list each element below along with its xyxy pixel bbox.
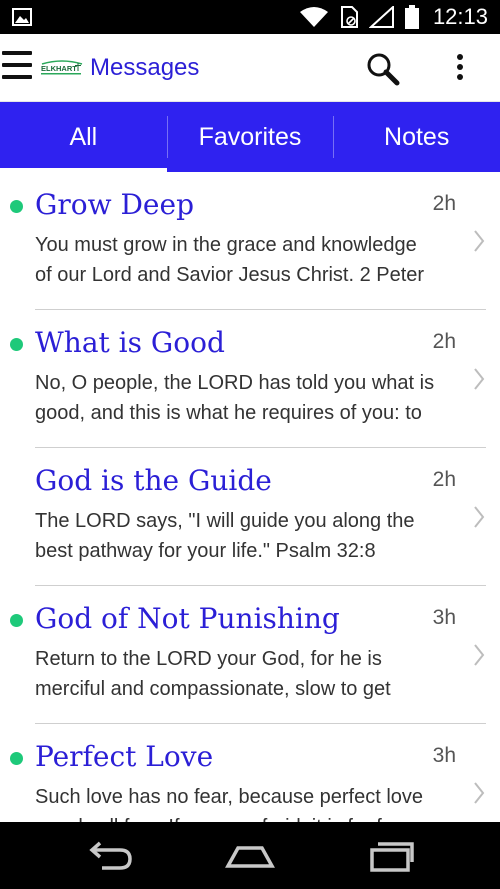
tab-favorites[interactable]: Favorites bbox=[166, 102, 334, 172]
message-title: Perfect Love bbox=[35, 740, 214, 773]
tab-bar: All Favorites Notes bbox=[0, 102, 500, 172]
app-bar: ELKHART Messages bbox=[0, 34, 500, 102]
message-preview: You must grow in the grace and knowledge… bbox=[35, 234, 425, 286]
search-icon[interactable] bbox=[366, 52, 400, 86]
list-item[interactable]: Perfect Love 3h Such love has no fear, b… bbox=[0, 724, 500, 822]
app-logo: ELKHART bbox=[41, 60, 83, 75]
chevron-right-icon bbox=[474, 368, 485, 390]
page-title: Messages bbox=[90, 54, 200, 81]
message-time: 2h bbox=[432, 330, 456, 353]
status-time: 12:13 bbox=[432, 4, 488, 29]
message-preview: No, O people, the LORD has told you what… bbox=[35, 372, 435, 424]
tab-notes[interactable]: Notes bbox=[333, 102, 500, 172]
menu-icon[interactable] bbox=[2, 51, 32, 85]
signal-icon bbox=[368, 6, 394, 28]
chevron-right-icon bbox=[474, 644, 485, 666]
chevron-right-icon bbox=[474, 782, 485, 804]
svg-text:ELKHART: ELKHART bbox=[41, 64, 77, 73]
message-time: 3h bbox=[432, 606, 456, 629]
chevron-right-icon bbox=[474, 230, 485, 252]
tab-all[interactable]: All bbox=[0, 102, 167, 172]
back-icon[interactable] bbox=[82, 836, 138, 876]
recent-apps-icon[interactable] bbox=[362, 836, 418, 876]
home-icon[interactable] bbox=[222, 836, 278, 876]
list-item[interactable]: What is Good 2h No, O people, the LORD h… bbox=[0, 310, 500, 448]
picture-notification-icon bbox=[12, 8, 32, 26]
list-item[interactable]: God of Not Punishing 3h Return to the LO… bbox=[0, 586, 500, 724]
unread-dot bbox=[10, 200, 23, 213]
message-title: God is the Guide bbox=[35, 464, 272, 497]
chevron-right-icon bbox=[474, 506, 485, 528]
unread-dot bbox=[10, 614, 23, 627]
message-preview: The LORD says, "I will guide you along t… bbox=[35, 510, 415, 562]
overflow-menu-icon[interactable] bbox=[452, 54, 468, 84]
message-title: What is Good bbox=[35, 326, 225, 359]
message-time: 2h bbox=[432, 468, 456, 491]
system-nav-bar bbox=[0, 822, 500, 889]
status-icons: 12:13 bbox=[299, 4, 488, 30]
message-title: God of Not Punishing bbox=[35, 602, 340, 635]
message-list[interactable]: Grow Deep 2h You must grow in the grace … bbox=[0, 172, 500, 822]
message-title: Grow Deep bbox=[35, 188, 194, 221]
message-time: 3h bbox=[432, 744, 456, 767]
sim-card-icon bbox=[340, 6, 358, 28]
message-time: 2h bbox=[432, 192, 456, 215]
message-preview: Such love has no fear, because perfect l… bbox=[35, 786, 424, 822]
unread-dot bbox=[10, 338, 23, 351]
unread-dot bbox=[10, 752, 23, 765]
message-preview: Return to the LORD your God, for he is m… bbox=[35, 648, 391, 700]
list-item[interactable]: Grow Deep 2h You must grow in the grace … bbox=[0, 172, 500, 310]
status-bar: 12:13 bbox=[0, 0, 500, 34]
list-item[interactable]: God is the Guide 2h The LORD says, "I wi… bbox=[0, 448, 500, 586]
battery-icon bbox=[404, 5, 419, 29]
wifi-icon bbox=[299, 7, 328, 27]
